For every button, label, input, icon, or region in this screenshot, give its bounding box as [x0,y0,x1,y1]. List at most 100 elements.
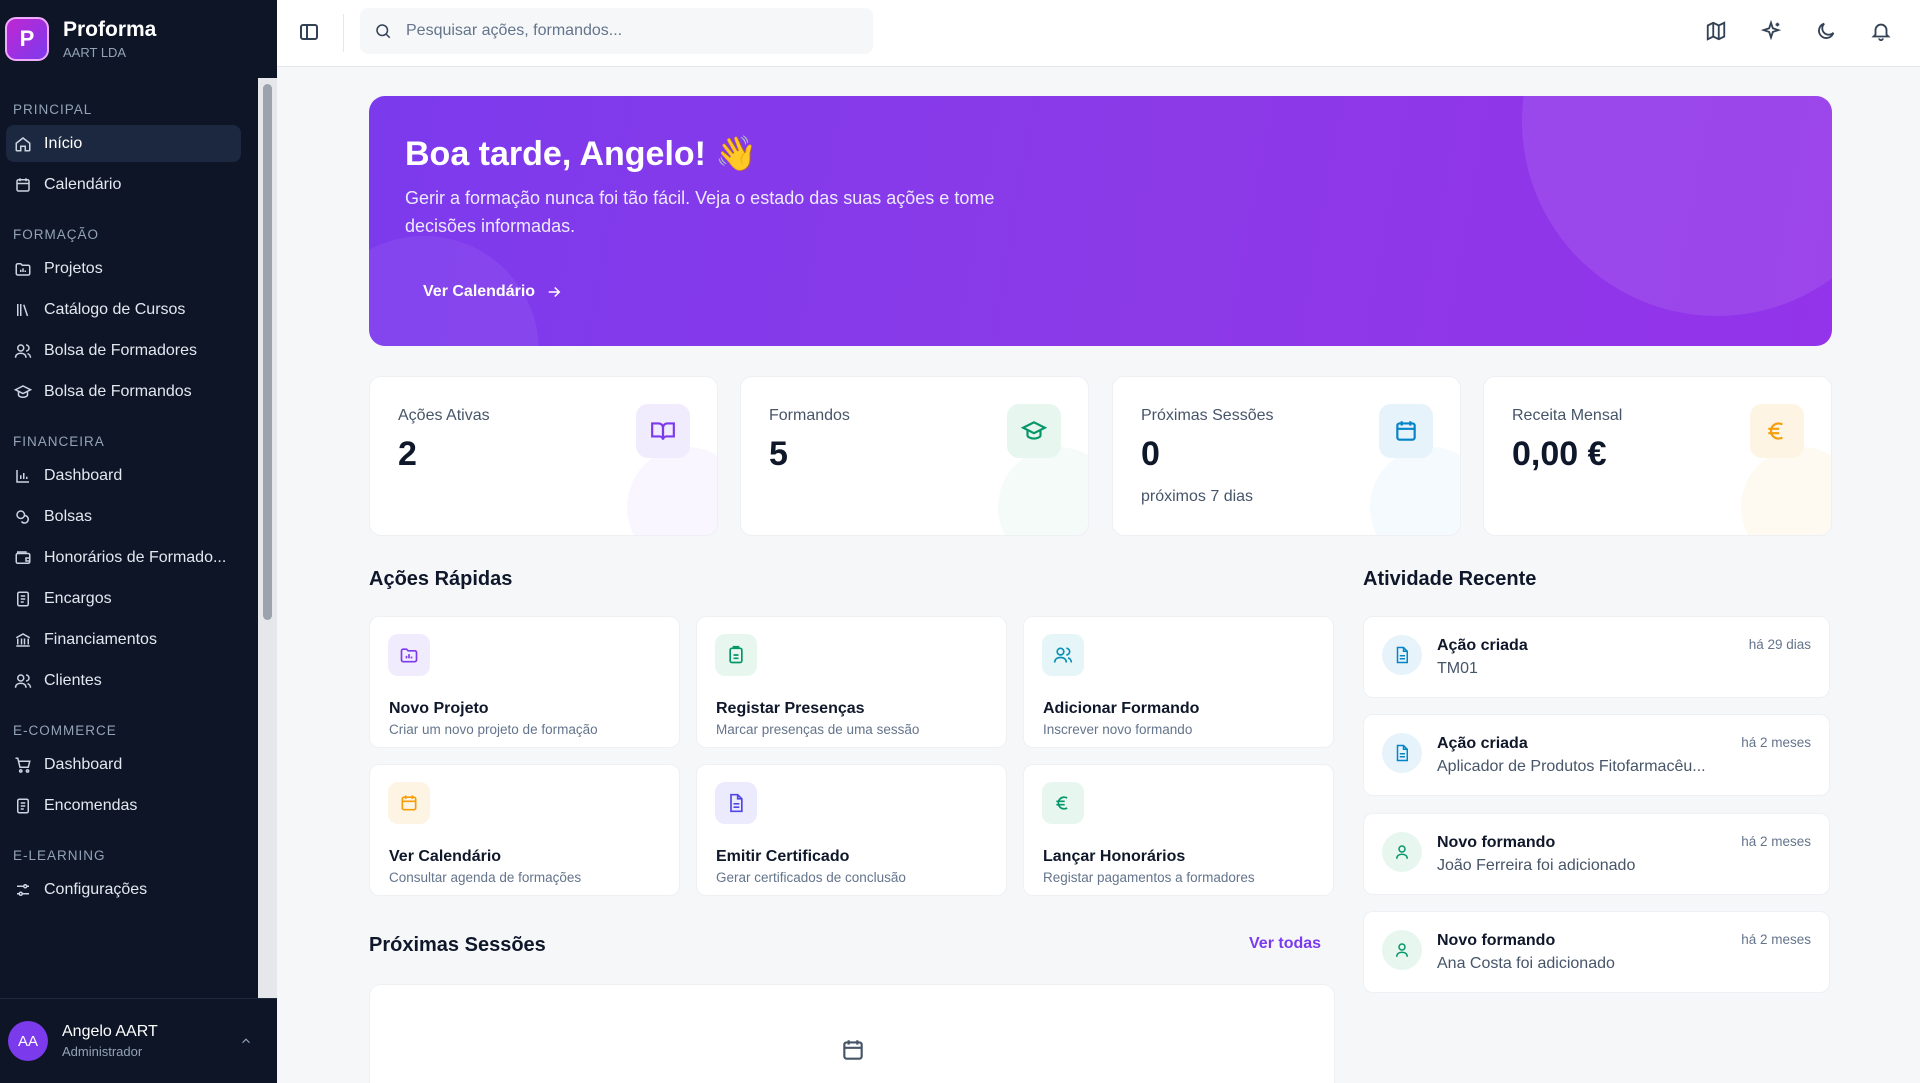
quick-action-description: Marcar presenças de uma sessão [716,722,920,737]
sidebar-item-label: Catálogo de Cursos [44,300,186,318]
activity-description: Aplicador de Produtos Fitofarmacêu... [1437,758,1706,775]
sidebar-item-calendario[interactable]: Calendário [6,166,241,203]
sidebar-item-label: Financiamentos [44,630,157,648]
sidebar-item-financiamentos[interactable]: Financiamentos [6,621,241,658]
sidebar-item-honorarios-de-formado[interactable]: Honorários de Formado... [6,539,241,576]
sidebar-item-bolsas[interactable]: Bolsas [6,498,241,535]
sidebar-item-label: Projetos [44,259,103,277]
file-text-icon [1396,744,1408,762]
receipt-icon [17,798,29,813]
stat-value: 5 [769,435,788,473]
calendar-icon [843,1040,863,1060]
sidebar-item-configuracoes[interactable]: Configurações [6,871,241,908]
quick-action-icon-badge [715,634,757,676]
quick-action-emitir-certificado[interactable]: Emitir Certificado Gerar certificados de … [696,764,1007,896]
view-calendar-label: Ver Calendário [423,283,536,300]
users-icon [14,673,32,688]
decorative-circle [1741,447,1831,535]
users-icon [1053,647,1073,663]
quick-action-novo-projeto[interactable]: Novo Projeto Criar um novo projeto de for… [369,616,680,748]
stat-card-formandos: Formandos 5 [740,376,1089,536]
sidebar-item-projetos[interactable]: Projetos [6,250,241,287]
arrow-right-icon [548,286,561,298]
brand-logo: P [5,17,49,61]
quick-action-title: Emitir Certificado [716,848,850,865]
ai-assistant-button[interactable] [1760,19,1784,44]
user-menu[interactable]: AA Angelo AART Administrador [0,998,277,1083]
quick-action-icon-badge [388,782,430,824]
see-all-sessions-link[interactable]: Ver todas [1249,935,1321,953]
decorative-circle [627,447,717,535]
activity-item[interactable]: Novo formando João Ferreira foi adicionad… [1363,813,1830,895]
sidebar-item-inicio[interactable]: Início [6,125,241,162]
activity-title: Novo formando [1437,834,1556,851]
activity-item[interactable]: Ação criada TM01 há 29 dias [1363,616,1830,698]
search-input[interactable] [406,22,826,40]
quick-action-description: Gerar certificados de conclusão [716,870,906,885]
clipboard-check-icon [729,645,743,664]
top-bar [277,0,1920,67]
book-open-icon [651,422,675,440]
theme-toggle-button[interactable] [1815,20,1839,44]
stat-card-receita-mensal: Receita Mensal 0,00 € [1483,376,1832,536]
sidebar-item-bolsa-de-formadores[interactable]: Bolsa de Formadores [6,332,241,369]
map-button[interactable] [1705,20,1729,44]
sidebar-scrollbar[interactable] [263,84,272,620]
activity-description: Ana Costa foi adicionado [1437,955,1615,972]
user-role: Administrador [62,1044,143,1059]
bell-icon [1871,23,1891,42]
moon-icon [1818,22,1835,39]
decorative-circle [998,447,1088,535]
quick-action-registar-presencas[interactable]: Registar Presenças Marcar presenças de um… [696,616,1007,748]
sidebar-item-label: Encargos [44,589,112,607]
divider [343,14,344,52]
stat-label: Formandos [769,407,850,424]
notifications-button[interactable] [1870,20,1894,44]
home-icon [15,136,31,151]
decorative-circle [1522,96,1832,316]
sidebar-item-label: Dashboard [44,466,123,484]
sidebar-item-clientes[interactable]: Clientes [6,662,241,699]
sidebar-nav: PRINCIPAL Início Calendário FORMAÇÃO Projeto… [0,78,260,998]
users-icon [14,343,32,358]
file-text-icon [730,793,743,813]
sidebar-toggle-button[interactable] [297,20,321,44]
folder-chart-icon [400,648,418,663]
sidebar-item-encomendas[interactable]: Encomendas [6,787,241,824]
sidebar-item-label: Bolsas [44,507,93,525]
sidebar-section-label: FORMAÇÃO [13,227,100,242]
activity-time: há 2 meses [1741,834,1811,849]
user-name: Angelo AART [62,1023,158,1040]
sidebar-item-dashboard[interactable]: Dashboard [6,746,241,783]
sidebar-item-label: Bolsa de Formandos [44,382,192,400]
sidebar-section-label: FINANCEIRA [13,434,105,449]
sidebar-item-label: Calendário [44,175,122,193]
graduation-cap-icon [1021,421,1047,440]
sidebar-item-dashboard[interactable]: Dashboard [6,457,241,494]
activity-title: Ação criada [1437,735,1528,752]
activity-description: João Ferreira foi adicionado [1437,857,1636,874]
sidebar-item-label: Bolsa de Formadores [44,341,197,359]
quick-action-adicionar-formando[interactable]: Adicionar Formando Inscrever novo formand… [1023,616,1334,748]
view-calendar-button[interactable]: Ver Calendário [405,272,581,312]
quick-action-ver-calendario[interactable]: Ver Calendário Consultar agenda de formaç… [369,764,680,896]
search-box[interactable] [360,8,873,54]
user-icon [1396,845,1408,859]
quick-action-description: Inscrever novo formando [1043,722,1193,737]
quick-action-lancar-honorarios[interactable]: Lançar Honorários Registar pagamentos a f… [1023,764,1334,896]
folder-chart-icon [15,262,31,276]
quick-action-title: Novo Projeto [389,700,489,717]
top-actions [1705,19,1894,44]
activity-item[interactable]: Novo formando Ana Costa foi adicionado há … [1363,911,1830,993]
euro-icon [1768,422,1783,440]
sidebar-item-bolsa-de-formandos[interactable]: Bolsa de Formandos [6,373,241,410]
quick-action-icon-badge [388,634,430,676]
stat-icon-badge [636,404,690,458]
quick-action-title: Adicionar Formando [1043,700,1200,717]
quick-action-description: Consultar agenda de formações [389,870,582,885]
brand[interactable]: P Proforma AART LDA [0,0,277,78]
activity-item[interactable]: Ação criada Aplicador de Produtos Fitofar… [1363,714,1830,796]
greeting-subtitle: Gerir a formação nunca foi tão fácil. Ve… [405,188,995,236]
sidebar-item-encargos[interactable]: Encargos [6,580,241,617]
sidebar-item-catalogo-de-cursos[interactable]: Catálogo de Cursos [6,291,241,328]
